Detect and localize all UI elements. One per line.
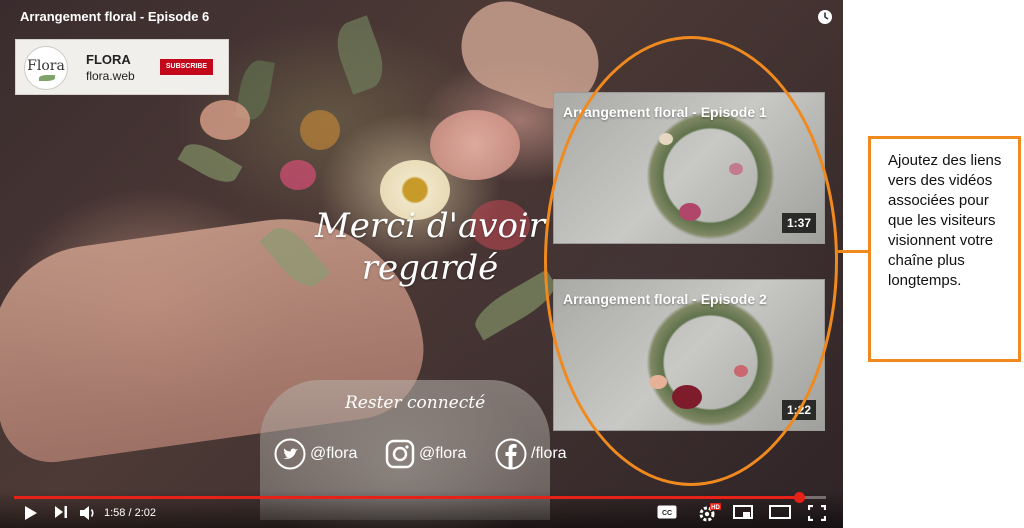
instagram-icon — [385, 439, 415, 469]
captions-icon[interactable]: CC — [657, 505, 677, 519]
progress-bar[interactable] — [14, 492, 826, 503]
miniplayer-icon[interactable] — [733, 505, 753, 519]
channel-logo[interactable]: Flora — [24, 46, 68, 90]
social-handle: @flora — [419, 445, 467, 462]
progress-fill — [14, 496, 800, 499]
flower-image — [280, 160, 316, 190]
player-controls: 1:58 / 2:02 CC HD — [0, 490, 843, 528]
theater-icon[interactable] — [769, 505, 791, 519]
social-link-twitter[interactable]: @flora — [274, 438, 357, 470]
progress-handle[interactable] — [794, 492, 806, 503]
svg-text:CC: CC — [662, 510, 672, 517]
channel-name[interactable]: FLORA — [86, 52, 131, 67]
settings-hd-icon[interactable]: HD — [697, 502, 721, 522]
highlight-ellipse — [544, 36, 838, 486]
leaf-image — [329, 15, 391, 95]
channel-url[interactable]: flora.web — [86, 69, 135, 83]
social-handle: @flora — [310, 445, 358, 462]
subscribe-button[interactable]: SUBSCRIBE — [160, 59, 213, 75]
fullscreen-icon[interactable] — [808, 505, 826, 521]
stay-connected-label: Rester connecté — [345, 393, 486, 413]
social-handle: /flora — [531, 445, 567, 462]
time-display: 1:58 / 2:02 — [104, 507, 156, 519]
flower-image — [200, 100, 250, 140]
svg-text:HD: HD — [711, 505, 720, 511]
volume-icon[interactable] — [79, 505, 97, 521]
social-link-facebook[interactable]: /flora — [495, 438, 567, 470]
video-title[interactable]: Arrangement floral - Episode 6 — [20, 9, 209, 24]
next-icon[interactable] — [54, 505, 68, 519]
callout-text: Ajoutez des liens vers des vidéos associ… — [888, 152, 1002, 289]
callout-box: Ajoutez des liens vers des vidéos associ… — [868, 136, 1021, 362]
flower-image — [430, 110, 520, 180]
callout-connector — [838, 250, 868, 253]
channel-logo-text: Flora — [27, 58, 65, 74]
channel-card[interactable]: Flora FLORA flora.web SUBSCRIBE — [15, 39, 229, 95]
twitter-icon — [274, 438, 306, 470]
facebook-icon — [495, 438, 527, 470]
leaf-image — [177, 136, 243, 190]
thanks-heading: Merci d'avoir regardé — [314, 206, 546, 288]
watch-later-icon[interactable] — [817, 9, 833, 25]
social-link-instagram[interactable]: @flora — [385, 438, 466, 470]
flower-image — [300, 110, 340, 150]
leaf-icon — [39, 75, 55, 81]
play-icon[interactable] — [24, 505, 38, 521]
